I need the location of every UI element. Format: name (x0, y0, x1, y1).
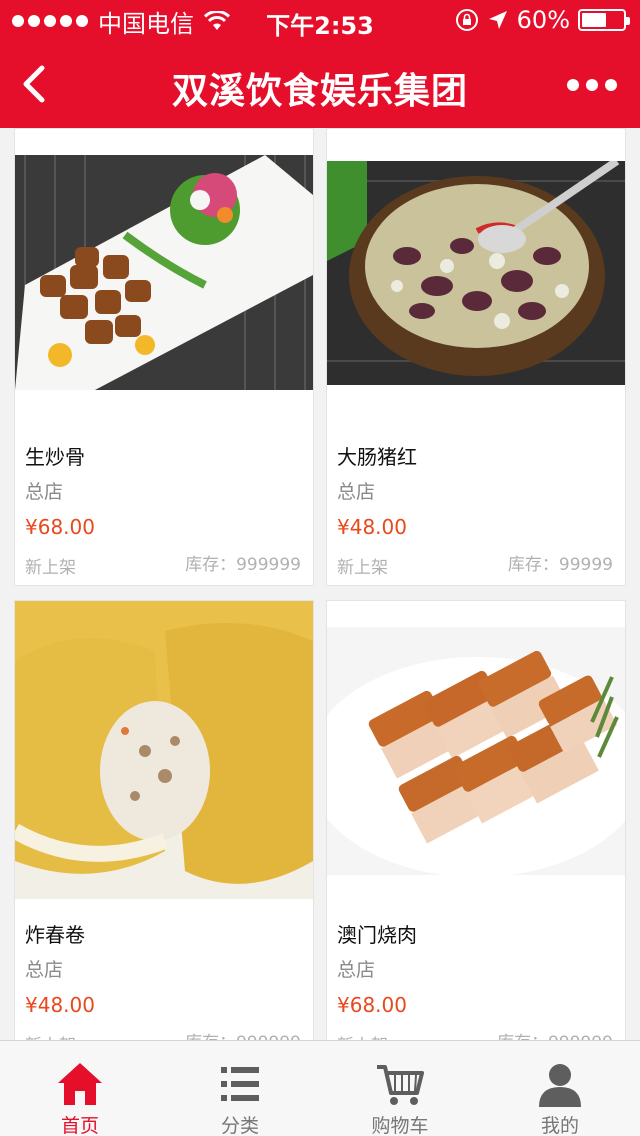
product-image (15, 601, 313, 899)
status-right: 60% (455, 6, 630, 34)
product-price: ¥48.00 (25, 993, 95, 1017)
product-card[interactable]: 大肠猪红 总店 ¥48.00 新上架 库存：99999 (326, 128, 626, 586)
nav-bar: 双溪饮食娱乐集团 (0, 40, 640, 128)
orientation-lock-icon (455, 9, 478, 31)
product-tag: 新上架 (25, 1031, 76, 1040)
product-name[interactable]: 澳门烧肉 (337, 919, 417, 948)
tab-category-label: 分类 (220, 1115, 259, 1136)
product-price: ¥48.00 (337, 515, 407, 539)
product-tag: 新上架 (337, 1031, 388, 1040)
battery-percent: 60% (516, 6, 570, 34)
product-name[interactable]: 大肠猪红 (337, 441, 417, 470)
tab-cart-label: 购物车 (371, 1115, 429, 1136)
location-icon (488, 11, 507, 29)
status-bar: 中国电信 下午2:53 60% (0, 0, 640, 40)
product-stock: 库存：99999 (507, 555, 613, 575)
cart-icon (377, 1065, 424, 1105)
battery-icon (578, 9, 630, 31)
product-tag: 新上架 (25, 558, 76, 578)
product-stock: 库存：999999 (185, 555, 301, 575)
product-image (327, 627, 625, 875)
tab-cart[interactable]: 购物车 (320, 1041, 480, 1136)
product-card[interactable]: 炸春卷 总店 ¥48.00 新上架 库存：999999 (14, 600, 314, 1040)
product-store: 总店 (337, 959, 376, 981)
tab-category[interactable]: 分类 (160, 1041, 320, 1136)
user-icon (539, 1064, 581, 1107)
tab-mine[interactable]: 我的 (480, 1041, 640, 1136)
product-card[interactable]: 澳门烧肉 总店 ¥68.00 新上架 库存：999999 (326, 600, 626, 1040)
product-price: ¥68.00 (25, 515, 95, 539)
tab-bar: 首页 分类 购物车 我的 (0, 1040, 640, 1136)
product-stock: 库存：999999 (185, 1028, 301, 1040)
product-store: 总店 (25, 481, 64, 503)
list-icon (221, 1067, 259, 1101)
home-icon (58, 1063, 102, 1105)
product-stock: 库存：999999 (497, 1028, 613, 1040)
product-store: 总店 (337, 481, 376, 503)
product-card[interactable]: 生炒骨 总店 ¥68.00 新上架 库存：999999 (14, 128, 314, 586)
tab-mine-label: 我的 (540, 1115, 579, 1136)
product-tag: 新上架 (337, 558, 388, 578)
product-price: ¥68.00 (337, 993, 407, 1017)
product-image (327, 161, 625, 385)
more-icon[interactable] (562, 70, 622, 100)
top-bar: 中国电信 下午2:53 60% 双溪饮食娱乐集团 (0, 0, 640, 128)
product-image (15, 155, 313, 390)
page-title: 双溪饮食娱乐集团 (171, 71, 468, 112)
battery-fill (582, 13, 606, 27)
tab-home-label: 首页 (60, 1115, 99, 1136)
product-store: 总店 (25, 959, 64, 981)
product-name[interactable]: 炸春卷 (25, 919, 85, 948)
product-name[interactable]: 生炒骨 (25, 441, 85, 470)
tab-home[interactable]: 首页 (0, 1041, 160, 1136)
product-grid: 生炒骨 总店 ¥68.00 新上架 库存：999999 大肠猪红 总店 ¥48.… (0, 128, 640, 1040)
